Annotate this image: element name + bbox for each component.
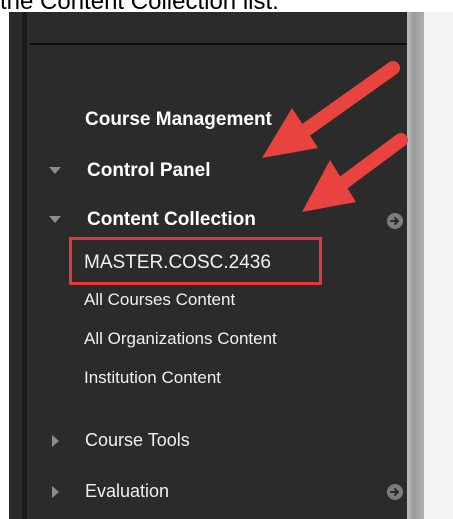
annotation-arrow-lower: [302, 133, 408, 212]
annotation-arrow-upper: [262, 61, 400, 158]
annotation-arrows: [262, 61, 408, 212]
